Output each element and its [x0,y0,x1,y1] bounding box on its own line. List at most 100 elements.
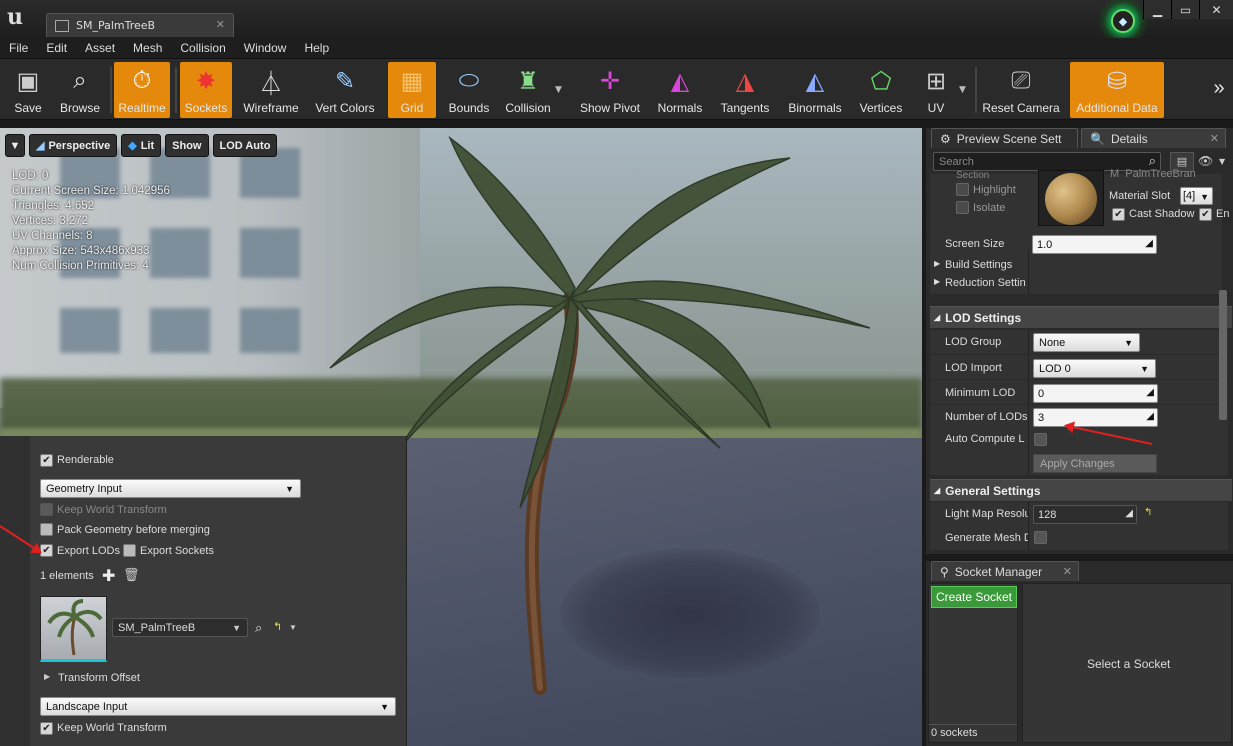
chevron-down-icon: ▼ [380,702,389,712]
trash-icon[interactable]: 🗑 [123,567,140,583]
asset-options-icon[interactable]: ▼ [289,623,297,632]
close-tab-icon[interactable]: ✕ [1210,132,1219,145]
input-type-select[interactable]: Geometry Input ▼ [40,479,301,498]
column-divider [1028,526,1029,550]
expand-arrow-icon[interactable]: ▶ [44,672,50,681]
tab-details[interactable]: 🔍 Details ✕ [1081,128,1226,148]
lod-import-select[interactable]: LOD 0 ▼ [1033,359,1156,378]
uv-dropdown-icon[interactable]: ▼ [959,85,966,95]
asset-tab[interactable]: SM_PalmTreeB ✕ [46,13,234,37]
collapse-arrow-icon: ◢ [934,486,941,495]
tab-socket-manager[interactable]: ⚲ Socket Manager ✕ [931,561,1079,581]
additional-data-button[interactable]: ⛁ Additional Data [1070,62,1164,118]
show-pivot-button[interactable]: ✛ Show Pivot [576,62,644,118]
menu-mesh[interactable]: Mesh [124,41,171,55]
drag-handle-icon: ◢ [1125,508,1133,519]
lod-group-select[interactable]: None ▼ [1033,333,1140,352]
close-tab-icon[interactable]: ✕ [1063,565,1072,578]
show-button[interactable]: Show [165,134,209,157]
menu-collision[interactable]: Collision [171,41,234,55]
cast-shadow-checkbox[interactable]: ✔ [1112,208,1125,221]
tangents-button[interactable]: ◮ Tangents [716,62,774,118]
material-slot-select[interactable]: [4] ▼ [1180,187,1213,205]
create-socket-button[interactable]: Create Socket [931,586,1017,608]
collision-dropdown-icon[interactable]: ▼ [555,85,562,95]
renderable-checkbox[interactable]: ✔ [40,454,53,467]
enable-collision-checkbox[interactable]: ✔ [1199,208,1212,221]
perspective-button[interactable]: ◢ Perspective [29,134,118,157]
save-button[interactable]: ▣ Save [6,62,50,118]
isolate-label: Isolate [973,202,1006,214]
unreal-logo-icon[interactable]: u [2,4,28,30]
vertices-button[interactable]: ⬠ Vertices [856,62,906,118]
asset-tab-label: SM_PalmTreeB [76,19,156,32]
screen-size-input[interactable]: 1.0 ◢ [1032,235,1157,254]
browse-button[interactable]: ⌕ Browse [56,62,104,118]
material-slot-label: Material Slot [1109,190,1171,202]
binormals-button[interactable]: ◭ Binormals [784,62,846,118]
reset-value-icon[interactable]: ↰ [1144,507,1152,518]
export-sockets-checkbox[interactable] [123,544,136,557]
bounds-button[interactable]: ⬭ Bounds [444,62,494,118]
add-element-icon[interactable]: ✚ [102,566,115,586]
auto-compute-checkbox[interactable] [1034,433,1047,446]
chevron-down-icon[interactable]: ▼ [1219,157,1225,166]
lod-settings-header[interactable]: ◢ LOD Settings [930,306,1232,328]
apply-changes-button[interactable]: Apply Changes [1033,454,1157,473]
close-tab-icon[interactable]: ✕ [216,18,225,31]
eye-icon[interactable]: 👁 [1198,154,1213,168]
tab-preview-scene-settings[interactable]: ⚙ Preview Scene Sett [931,128,1078,148]
pack-geometry-checkbox[interactable] [40,523,53,536]
grid-button[interactable]: ▦ Grid [388,62,436,118]
isolate-checkbox[interactable] [956,201,969,214]
collision-icon: ♜ [517,67,539,95]
chevron-down-icon: ▼ [9,139,21,152]
menu-file[interactable]: File [0,41,37,55]
pack-geometry-label: Pack Geometry before merging [57,524,210,536]
viewport-options-button[interactable]: ▼ [5,134,25,157]
highlight-checkbox[interactable] [956,183,969,196]
normals-button[interactable]: ◭ Normals [654,62,706,118]
expand-arrow-icon[interactable]: ▶ [934,259,940,268]
keep-world-transform-2-label: Keep World Transform [57,722,167,734]
collision-button[interactable]: ♜ Collision [500,62,556,118]
uv-button[interactable]: ⊞ UV [912,62,960,118]
vert-colors-button[interactable]: ✎ Vert Colors [310,62,380,118]
minimum-lod-input[interactable]: 0 ◢ [1033,384,1158,403]
details-scrollbar[interactable] [1219,290,1227,420]
minimize-button[interactable]: ▁ [1143,0,1171,19]
reset-asset-icon[interactable]: ↰ [273,620,282,633]
menu-help[interactable]: Help [295,41,338,55]
mesh-asset-picker[interactable]: SM_PalmTreeB ▼ [112,618,248,637]
sockets-button[interactable]: ✸ Sockets [180,62,232,118]
plug-icon: ⚲ [940,564,949,579]
generate-mesh-checkbox[interactable] [1034,531,1047,544]
light-map-input[interactable]: 128 ◢ [1033,505,1137,524]
general-settings-header[interactable]: ◢ General Settings [930,479,1232,501]
bounds-icon: ⬭ [458,67,480,94]
menu-window[interactable]: Window [235,41,296,55]
toolbar: ▣ Save ⌕ Browse ⏱ Realtime ✸ Sockets ⏃ Wirefr… [0,58,1233,120]
maximize-button[interactable]: ▭ [1171,0,1199,19]
column-divider [1028,250,1029,294]
lit-button[interactable]: ◆ Lit [121,134,162,157]
keep-world-transform-2-checkbox[interactable]: ✔ [40,722,53,735]
menu-bar: File Edit Asset Mesh Collision Window He… [0,38,1233,58]
generate-mesh-label: Generate Mesh D [945,532,1028,544]
number-of-lods-input[interactable]: 3 ◢ [1033,408,1158,427]
wireframe-button[interactable]: ⏃ Wireframe [240,62,302,118]
mesh-thumbnail[interactable] [40,596,107,662]
close-button[interactable]: ✕ [1199,0,1233,19]
browse-asset-icon[interactable]: ⌕ [255,620,262,636]
landscape-input-select[interactable]: Landscape Input ▼ [40,697,396,716]
lod-auto-button[interactable]: LOD Auto [212,134,278,157]
menu-asset[interactable]: Asset [76,41,124,55]
build-settings-label[interactable]: Build Settings [945,259,1012,271]
expand-arrow-icon[interactable]: ▶ [934,277,940,286]
menu-edit[interactable]: Edit [37,41,76,55]
material-thumbnail[interactable] [1038,170,1104,226]
toolbar-overflow-button[interactable]: » [1208,62,1230,118]
reduction-settings-label[interactable]: Reduction Settin [945,277,1027,289]
realtime-button[interactable]: ⏱ Realtime [114,62,170,118]
reset-camera-button[interactable]: ⎚ Reset Camera [982,62,1060,118]
